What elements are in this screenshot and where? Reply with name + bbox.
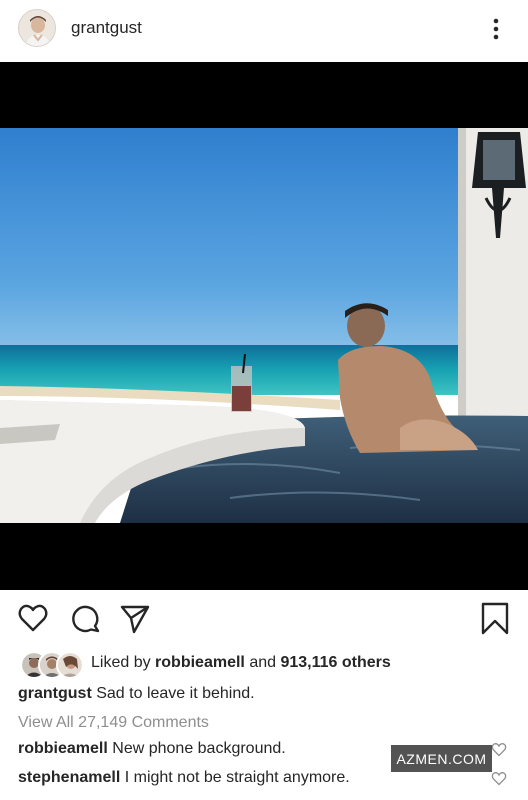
likes-others[interactable]: 913,116 others — [280, 654, 390, 671]
comment-username[interactable]: robbieamell — [18, 740, 108, 757]
caption-text: Sad to leave it behind. — [96, 685, 255, 702]
heart-icon[interactable] — [17, 602, 49, 634]
watermark: AZMEN.COM — [391, 745, 492, 772]
comment-icon[interactable] — [69, 602, 101, 634]
post-caption: grantgust Sad to leave it behind. — [18, 685, 255, 703]
likes-prefix: Liked by — [91, 654, 151, 671]
comment-text: I might not be straight anymore. — [124, 769, 350, 786]
pool-ocean-photo — [0, 128, 528, 523]
view-all-comments-link[interactable]: View All 27,149 Comments — [18, 714, 209, 732]
caption-username[interactable]: grantgust — [18, 685, 92, 702]
photo-letterbox-top — [0, 62, 528, 128]
avatar-image — [19, 10, 55, 46]
author-username[interactable]: grantgust — [71, 18, 142, 38]
author-avatar[interactable] — [18, 9, 56, 47]
paper-plane-icon[interactable] — [119, 602, 151, 634]
bookmark-icon[interactable] — [480, 602, 510, 636]
comment-text: New phone background. — [112, 740, 286, 757]
comment-like-heart-icon[interactable] — [491, 771, 507, 786]
liker-avatars[interactable] — [20, 651, 84, 679]
post-header: grantgust — [0, 0, 528, 60]
comment-username[interactable]: stephenamell — [18, 769, 120, 786]
comment-like-heart-icon[interactable] — [491, 742, 507, 757]
likes-joiner: and — [249, 654, 277, 671]
comment-row: robbieamell New phone background. — [18, 740, 286, 758]
comment-row: stephenamell I might not be straight any… — [18, 769, 350, 787]
likes-summary[interactable]: Liked by robbieamell and 913,116 others — [91, 654, 391, 672]
likes-user[interactable]: robbieamell — [155, 654, 245, 671]
more-vertical-icon[interactable] — [486, 16, 506, 42]
liker-avatar — [56, 651, 84, 679]
photo-letterbox-bottom — [0, 523, 528, 590]
post-photo[interactable] — [0, 128, 528, 523]
